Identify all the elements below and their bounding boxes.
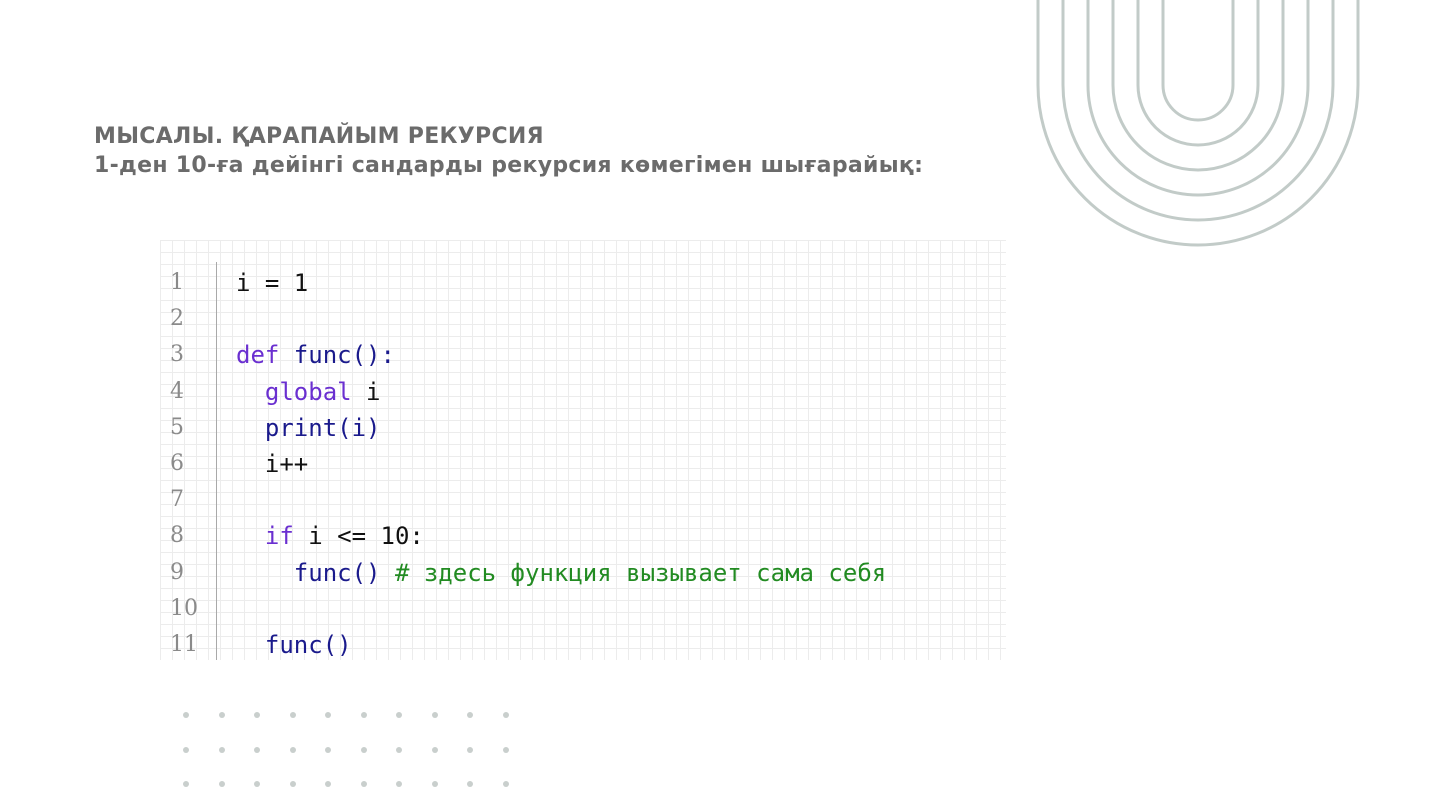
decor-dot <box>467 746 473 753</box>
decor-dot <box>431 746 438 753</box>
code-line: 1 i = 1 <box>160 268 1006 304</box>
code-text: i++ <box>236 449 308 479</box>
decor-dot <box>360 746 367 753</box>
decor-dot <box>360 781 367 787</box>
code-line: 7 <box>160 485 1006 521</box>
decor-dot <box>431 781 438 787</box>
slide-subtitle: 1-ден 10-ға дейінгі сандарды рекурсия кө… <box>94 153 924 178</box>
code-token: i = 1 <box>236 269 309 297</box>
decor-dot <box>183 712 189 718</box>
code-line: 8 if i <= 10: <box>160 521 1006 557</box>
code-token: if <box>236 522 309 551</box>
code-line: 11 func() <box>160 630 1006 660</box>
decor-dot <box>218 712 225 718</box>
decor-dot <box>396 712 402 718</box>
code-line: 10 <box>160 594 1006 630</box>
code-screenshot: 1i = 1 2 3 def func(): 4 global i5 print(i) 6… <box>160 240 1006 660</box>
line-number: 1 <box>170 270 184 295</box>
decor-dot <box>183 781 189 787</box>
code-token: i <box>366 377 381 406</box>
decor-dot <box>218 746 225 753</box>
decor-dot <box>502 712 509 718</box>
code-text: print(i) <box>236 413 381 443</box>
code-token: def <box>236 341 294 370</box>
decor-dot <box>183 746 189 753</box>
arch-decoration <box>1036 0 1360 247</box>
line-number: 2 <box>170 306 184 332</box>
decor-dot <box>289 746 296 753</box>
line-number: 11 <box>170 632 198 657</box>
code-line: 9 func() # здесь функция вызывает сама с… <box>160 558 1006 594</box>
code-text: i = 1 <box>236 268 308 298</box>
decor-dot <box>254 712 260 718</box>
code-token: i <= 10: <box>308 522 424 551</box>
line-number: 3 <box>170 342 184 368</box>
decor-dot <box>396 746 402 753</box>
decor-dot <box>502 781 509 787</box>
line-number: 6 <box>170 451 184 476</box>
code-text: global i <box>236 377 381 407</box>
decor-dot <box>431 712 438 718</box>
decor-dot <box>502 746 509 753</box>
decor-dot <box>325 712 331 718</box>
line-number: 10 <box>170 595 198 621</box>
line-number: 5 <box>170 414 184 440</box>
decor-dot <box>360 712 367 718</box>
slide-title: МЫСАЛЫ. ҚАРАПАЙЫМ РЕКУРСИЯ <box>94 124 544 149</box>
decor-dot <box>289 781 296 787</box>
decor-dot <box>396 781 402 787</box>
line-number: 8 <box>170 523 184 549</box>
code-text: def func(): <box>236 340 395 370</box>
decor-dot <box>218 781 225 787</box>
title-block: МЫСАЛЫ. ҚАРАПАЙЫМ РЕКУРСИЯ 1-ден 10-ға д… <box>94 122 923 180</box>
decor-dot <box>289 712 296 718</box>
code-token: func(): <box>293 341 395 370</box>
decor-dot <box>325 746 331 753</box>
decor-dot <box>325 781 331 787</box>
code-line: 6 i++ <box>160 449 1006 485</box>
code-token: # здесь функция вызывает сама себя <box>394 558 887 587</box>
code-token: func() <box>236 631 352 659</box>
arch-6 <box>1161 0 1235 122</box>
code-line: 3 def func(): <box>160 340 1006 376</box>
arch-1 <box>1036 0 1360 247</box>
code-line: 4 global i <box>160 377 1006 413</box>
decor-dot <box>467 781 473 787</box>
code-text: if i <= 10: <box>236 521 424 551</box>
code-token: print(i) <box>236 413 381 442</box>
code-text: func() # здесь функция вызывает сама себ… <box>236 558 886 588</box>
code-line: 5 print(i) <box>160 413 1006 449</box>
code-line: 2 <box>160 304 1006 340</box>
line-number: 9 <box>170 559 184 585</box>
code-token: func() <box>236 558 395 587</box>
decor-dot <box>254 781 260 787</box>
code-token: global <box>236 377 367 406</box>
arch-2 <box>1061 0 1335 222</box>
decor-dot <box>254 746 260 753</box>
arch-3 <box>1086 0 1310 197</box>
slide: МЫСАЛЫ. ҚАРАПАЙЫМ РЕКУРСИЯ 1-ден 10-ға д… <box>0 0 1440 810</box>
line-number: 4 <box>170 378 184 404</box>
decor-dot <box>467 712 473 718</box>
code-text: func() <box>236 630 352 660</box>
line-number: 7 <box>170 487 184 513</box>
code-token: i++ <box>236 450 309 478</box>
arch-5 <box>1136 0 1260 147</box>
